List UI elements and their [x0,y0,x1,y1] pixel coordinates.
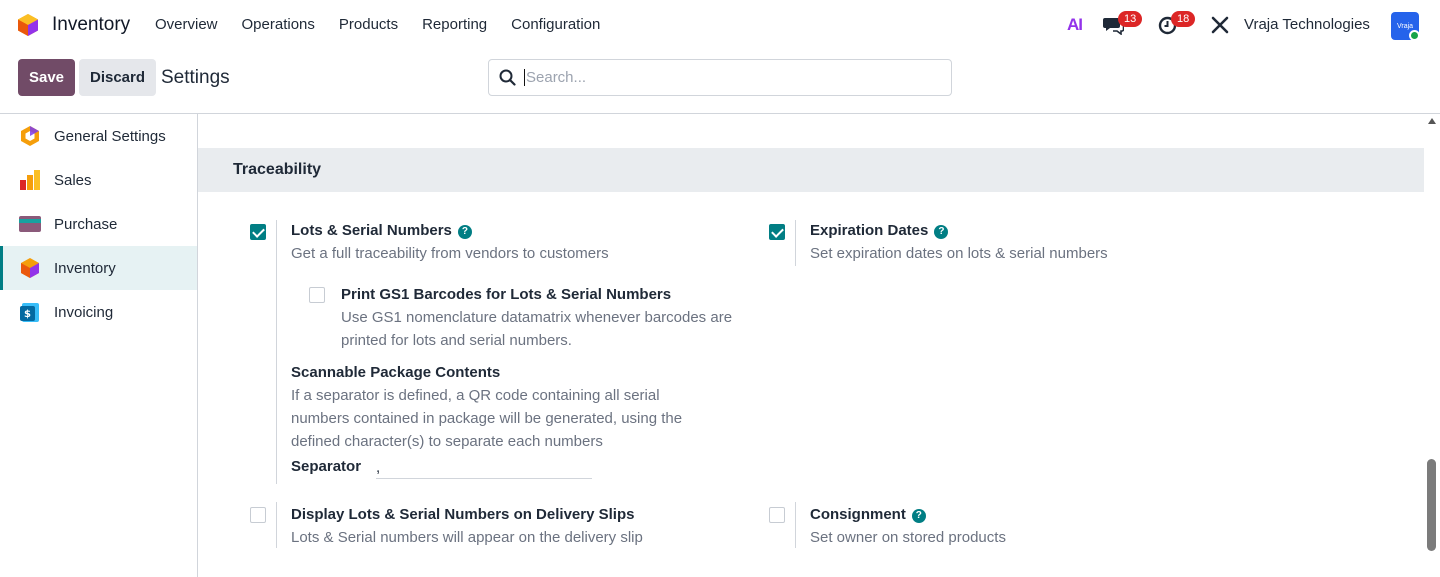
search-input[interactable] [524,69,924,86]
settings-sidebar: General Settings Sales Purchase Inventor… [0,114,198,577]
scannable-package-desc: If a separator is defined, a QR code con… [291,387,683,450]
inventory-app-icon[interactable] [17,13,39,37]
activities-badge: 18 [1171,11,1196,27]
section-title: Traceability [233,161,322,178]
separator-field[interactable] [376,457,592,479]
discard-button[interactable]: Discard [79,59,156,96]
invoicing-icon: $ [20,303,39,322]
vertical-scrollbar[interactable] [1424,114,1440,577]
consignment-label: Consignment [810,506,906,523]
scannable-package-title: Scannable Package Contents [291,364,501,381]
odoo-icon [21,126,39,146]
sidebar-item-invoicing[interactable]: $ Invoicing [0,290,197,334]
scrollbar-thumb[interactable] [1427,459,1436,551]
messages-badge: 13 [1118,11,1143,27]
setting-divider [276,502,277,548]
lots-serial-checkbox[interactable] [250,224,266,240]
scroll-up-arrow-icon[interactable] [1428,118,1436,124]
online-status-icon [1409,30,1420,41]
main-menu: Overview Operations Products Reporting C… [155,16,624,33]
setting-divider [795,220,796,266]
sidebar-item-inventory[interactable]: Inventory [0,246,197,290]
sales-chart-icon [20,170,40,190]
sidebar-item-label: Sales [54,171,92,189]
settings-content: Traceability Lots & Serial Numbers? Get … [198,114,1424,577]
consignment-desc: Set owner on stored products [810,529,1006,546]
page-title: Settings [161,67,230,88]
purchase-card-icon [19,216,41,232]
menu-reporting[interactable]: Reporting [422,16,487,33]
app-name[interactable]: Inventory [52,14,130,36]
section-header: Traceability [198,148,1424,192]
menu-overview[interactable]: Overview [155,16,218,33]
sidebar-item-label: Purchase [54,215,118,233]
lots-serial-title: Lots & Serial Numbers? [291,222,472,239]
top-navbar: Inventory Overview Operations Products R… [0,0,1440,50]
gs1-barcodes-desc: Use GS1 nomenclature datamatrix whenever… [341,309,733,349]
sidebar-item-sales[interactable]: Sales [0,158,197,202]
expiration-dates-checkbox[interactable] [769,224,785,240]
search-icon [499,69,516,86]
help-icon[interactable]: ? [457,225,472,239]
setting-divider [795,502,796,548]
company-switcher[interactable]: Vraja Technologies [1244,16,1370,33]
gs1-barcodes-checkbox[interactable] [309,287,325,303]
sidebar-item-label: Invoicing [54,303,114,321]
ai-icon[interactable]: AI [1067,15,1083,35]
sidebar-item-purchase[interactable]: Purchase [0,202,197,246]
help-icon[interactable]: ? [911,509,926,523]
help-icon[interactable]: ? [934,225,949,239]
sidebar-item-general-settings[interactable]: General Settings [0,114,197,158]
delivery-slip-title: Display Lots & Serial Numbers on Deliver… [291,506,635,523]
svg-text:$: $ [24,309,31,320]
save-button[interactable]: Save [18,59,75,96]
expiration-dates-label: Expiration Dates [810,222,929,239]
expiration-dates-desc: Set expiration dates on lots & serial nu… [810,245,1108,262]
expiration-dates-title: Expiration Dates? [810,222,949,239]
menu-configuration[interactable]: Configuration [511,16,600,33]
debug-tools-icon[interactable] [1211,16,1229,34]
inventory-box-icon [21,258,39,278]
consignment-title: Consignment? [810,506,926,523]
delivery-slip-checkbox[interactable] [250,507,266,523]
separator-label: Separator [291,458,362,475]
sidebar-item-label: Inventory [54,259,116,277]
gs1-barcodes-title: Print GS1 Barcodes for Lots & Serial Num… [341,286,672,303]
menu-operations[interactable]: Operations [242,16,315,33]
lots-serial-label: Lots & Serial Numbers [291,222,452,239]
delivery-slip-desc: Lots & Serial numbers will appear on the… [291,529,643,546]
menu-products[interactable]: Products [339,16,398,33]
consignment-checkbox[interactable] [769,507,785,523]
lots-serial-desc: Get a full traceability from vendors to … [291,245,609,262]
sidebar-item-label: General Settings [54,127,166,145]
search-box[interactable] [488,59,952,96]
avatar-text: Vraja [1396,22,1414,30]
setting-divider [276,220,277,484]
